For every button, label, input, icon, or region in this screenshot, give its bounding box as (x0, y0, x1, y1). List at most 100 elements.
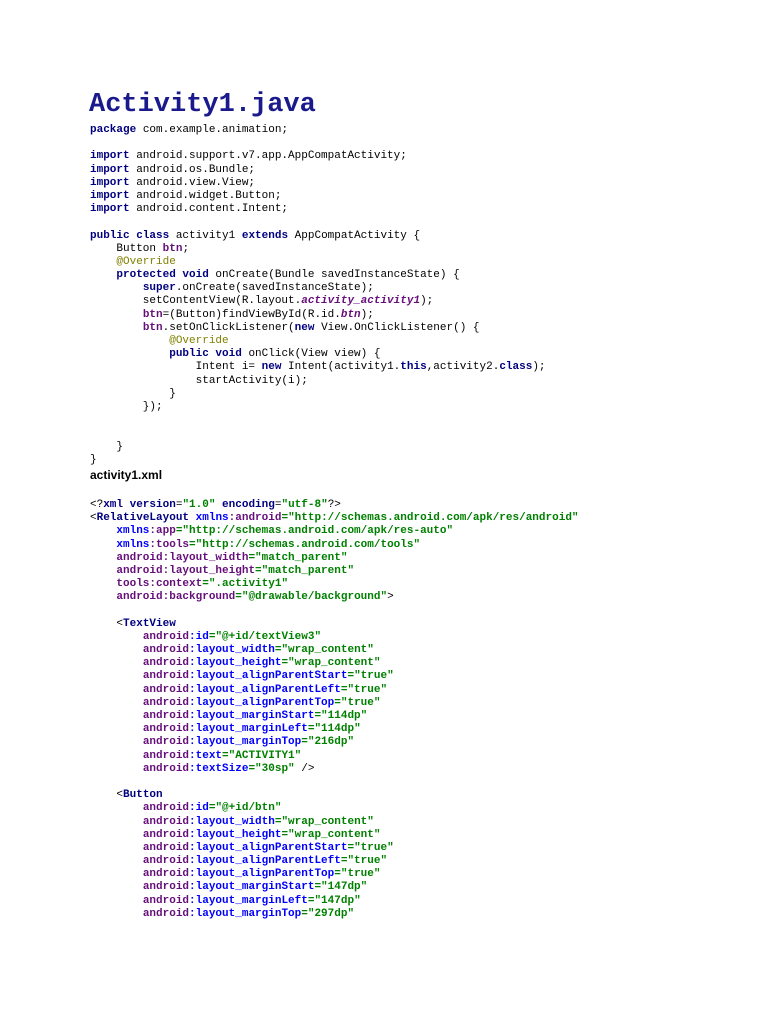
code-token: android.widget.Button; (129, 189, 282, 202)
code-token: :layout_marginLeft (189, 894, 308, 907)
code-token: android (142, 657, 190, 670)
code-token: } (90, 387, 176, 400)
code-token: import (90, 203, 130, 216)
java-file-heading: Activity1.java (89, 90, 316, 120)
code-token: tools (116, 578, 150, 591)
code-token: extends (241, 229, 289, 242)
code-token: public class (90, 229, 170, 242)
code-token: :layout_height (189, 657, 282, 670)
code-token: protected void (116, 269, 209, 282)
code-line: android:layout_alignParentLeft="true" (90, 855, 579, 868)
code-token: btn (162, 242, 183, 255)
code-token: android (116, 591, 163, 604)
code-token: Intent i= (90, 361, 262, 374)
code-token: android (142, 683, 190, 696)
code-token: }); (90, 400, 163, 413)
code-line: android:layout_marginTop="216dp" (90, 736, 579, 749)
code-token: @Override (116, 255, 176, 268)
code-token: :layout_alignParentTop (189, 868, 335, 881)
code-token: android (116, 564, 163, 577)
code-token: android.os.Bundle; (129, 163, 256, 176)
code-token: android (142, 710, 190, 722)
code-token: ="true" (347, 670, 394, 683)
code-token: ="216dp" (301, 736, 355, 749)
code-token: setContentView(R.layout. (90, 295, 302, 308)
code-line: android:text="ACTIVITY1" (90, 750, 579, 763)
code-token: btn (142, 321, 163, 334)
code-token: import (90, 150, 130, 163)
code-token: ="147dp" (307, 894, 361, 907)
code-token: encoding (215, 499, 275, 511)
code-token: RelativeLayout (96, 512, 196, 525)
code-token: :layout_alignParentLeft (189, 855, 341, 868)
code-token: ,activity2. (426, 361, 500, 374)
code-token: com.example.animation; (136, 124, 289, 136)
code-line: protected void onCreate(Bundle savedInst… (90, 269, 546, 282)
code-token: android (142, 815, 190, 828)
code-token: android (142, 802, 190, 815)
code-token: ="147dp" (314, 881, 368, 894)
code-token: ); (532, 361, 546, 374)
code-token: android (142, 855, 190, 868)
code-token: ="match_parent" (255, 564, 355, 577)
code-token: ="true" (334, 696, 381, 709)
code-line: startActivity(i); (90, 375, 546, 388)
code-token: import (90, 163, 130, 176)
code-token: Button (123, 789, 163, 802)
code-token: startActivity(i); (90, 374, 308, 387)
code-token: ="http://schemas.android.com/apk/res-aut… (175, 525, 454, 538)
code-token: ="true" (340, 683, 388, 696)
code-token: :layout_marginTop (189, 736, 302, 749)
code-line: @Override (90, 256, 546, 269)
code-token: < (90, 789, 124, 802)
code-line: android:layout_alignParentTop="true" (90, 868, 579, 881)
code-token: :tools (149, 538, 190, 551)
code-token: btn (142, 308, 163, 321)
java-code-block: package com.example.animation; import and… (90, 124, 546, 467)
code-token: xmlns (116, 525, 150, 538)
code-token: android (142, 841, 190, 854)
code-token: package (90, 124, 137, 136)
code-line: android:layout_alignParentStart="true" (90, 842, 579, 855)
xml-file-heading: activity1.xml (90, 468, 163, 482)
code-token: :background (162, 591, 236, 604)
code-token: this (400, 361, 427, 374)
code-token: .onCreate(savedInstanceState); (175, 282, 374, 295)
code-token: Intent(activity1. (281, 361, 401, 374)
code-token: ="@drawable/background" (235, 591, 388, 604)
code-token: android (142, 907, 190, 920)
code-token: android (142, 644, 190, 657)
code-token: < (90, 617, 124, 630)
code-token: android (142, 868, 190, 881)
code-token: TextView (123, 617, 176, 630)
code-line: <RelativeLayout xmlns:android="http://sc… (90, 512, 579, 525)
code-token: import (90, 176, 130, 189)
code-line: xmlns:tools="http://schemas.android.com/… (90, 539, 579, 552)
code-line: android:textSize="30sp" /> (90, 763, 579, 776)
code-token: ="wrap_content" (274, 815, 374, 828)
code-token: ="wrap_content" (281, 828, 381, 841)
code-token: ="wrap_content" (274, 644, 374, 657)
code-token: "1.0" (182, 499, 216, 511)
code-token: android.support.v7.app.AppCompatActivity… (129, 150, 407, 163)
code-line: android:layout_width="match_parent" (90, 552, 579, 565)
code-token: ="http://schemas.android.com/tools" (189, 538, 421, 551)
code-token: onClick(View view) { (241, 348, 381, 361)
code-token: > (387, 591, 394, 604)
code-token: ="match_parent" (248, 551, 348, 564)
code-token: .setOnClickListener( (162, 321, 295, 334)
code-token: :layout_alignParentStart (189, 841, 348, 854)
